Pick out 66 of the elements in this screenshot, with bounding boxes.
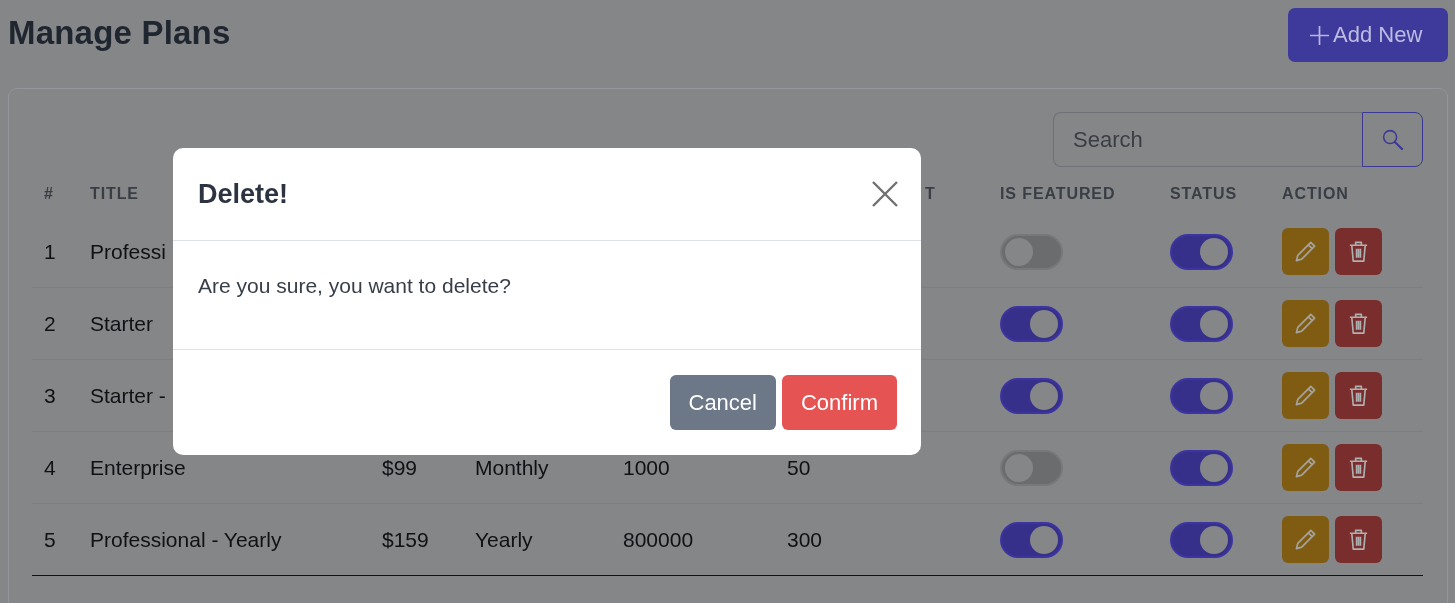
page-title: Manage Plans — [8, 14, 231, 52]
delete-button[interactable] — [1335, 372, 1382, 419]
table-cell: Yearly — [475, 527, 533, 552]
trash-icon — [1347, 384, 1370, 407]
edit-button[interactable] — [1282, 516, 1329, 563]
pencil-icon — [1294, 456, 1317, 479]
pencil-icon — [1294, 312, 1317, 335]
edit-button[interactable] — [1282, 228, 1329, 275]
status-toggle[interactable] — [1170, 377, 1233, 414]
add-new-button[interactable]: Add New — [1288, 8, 1448, 62]
trash-icon — [1347, 312, 1370, 335]
column-header: # — [44, 185, 54, 203]
dialog-message: Are you sure, you want to delete? — [198, 274, 511, 297]
search-field[interactable]: Search — [1053, 112, 1362, 167]
table-cell: 1000 — [623, 455, 670, 480]
status-toggle[interactable] — [1170, 305, 1233, 342]
trash-icon — [1347, 528, 1370, 551]
column-header: T — [925, 185, 936, 203]
table-cell: 1 — [44, 239, 56, 264]
table-cell: Starter — [90, 311, 154, 336]
plus-icon — [1310, 25, 1329, 45]
table-cell: 5 — [44, 527, 56, 552]
table-cell: 2 — [44, 311, 56, 336]
pencil-icon — [1294, 528, 1317, 551]
table-cell: 3 — [44, 383, 56, 408]
edit-button[interactable] — [1282, 372, 1329, 419]
search-button[interactable] — [1362, 112, 1423, 167]
table-cell: 300 — [787, 527, 823, 552]
featured-toggle[interactable] — [1000, 233, 1063, 270]
edit-button[interactable] — [1282, 444, 1329, 491]
status-toggle[interactable] — [1170, 521, 1233, 558]
status-toggle[interactable] — [1170, 233, 1233, 270]
featured-toggle[interactable] — [1000, 305, 1063, 342]
table-cell: $99 — [382, 455, 418, 480]
featured-toggle[interactable] — [1000, 449, 1063, 486]
delete-button[interactable] — [1335, 300, 1382, 347]
confirm-button[interactable]: Confirm — [782, 375, 897, 430]
status-toggle[interactable] — [1170, 449, 1233, 486]
table-cell: Enterprise — [90, 455, 186, 480]
table-cell: Professi — [90, 239, 166, 264]
table-cell: 4 — [44, 455, 56, 480]
pencil-icon — [1294, 384, 1317, 407]
table-cell: Professional - Yearly — [90, 527, 282, 552]
cancel-button[interactable]: Cancel — [669, 375, 776, 430]
close-button[interactable] — [871, 180, 899, 208]
search-icon — [1382, 129, 1403, 150]
trash-icon — [1347, 240, 1370, 263]
trash-icon — [1347, 456, 1370, 479]
delete-button[interactable] — [1335, 516, 1382, 563]
edit-button[interactable] — [1282, 300, 1329, 347]
column-header: TITLE — [90, 185, 139, 203]
table-cell: Monthly — [475, 455, 549, 480]
pencil-icon — [1294, 240, 1317, 263]
column-header: ACTION — [1282, 185, 1349, 203]
table-cell: $159 — [382, 527, 429, 552]
close-icon — [872, 181, 898, 207]
featured-toggle[interactable] — [1000, 521, 1063, 558]
table-cell: Starter - — [90, 383, 166, 408]
table-cell: 50 — [787, 455, 811, 480]
delete-button[interactable] — [1335, 228, 1382, 275]
column-header: IS FEATURED — [1000, 185, 1116, 203]
featured-toggle[interactable] — [1000, 377, 1063, 414]
dialog-title: Delete! — [198, 178, 289, 210]
delete-button[interactable] — [1335, 444, 1382, 491]
table-cell: 800000 — [623, 527, 694, 552]
column-header: STATUS — [1170, 185, 1238, 203]
